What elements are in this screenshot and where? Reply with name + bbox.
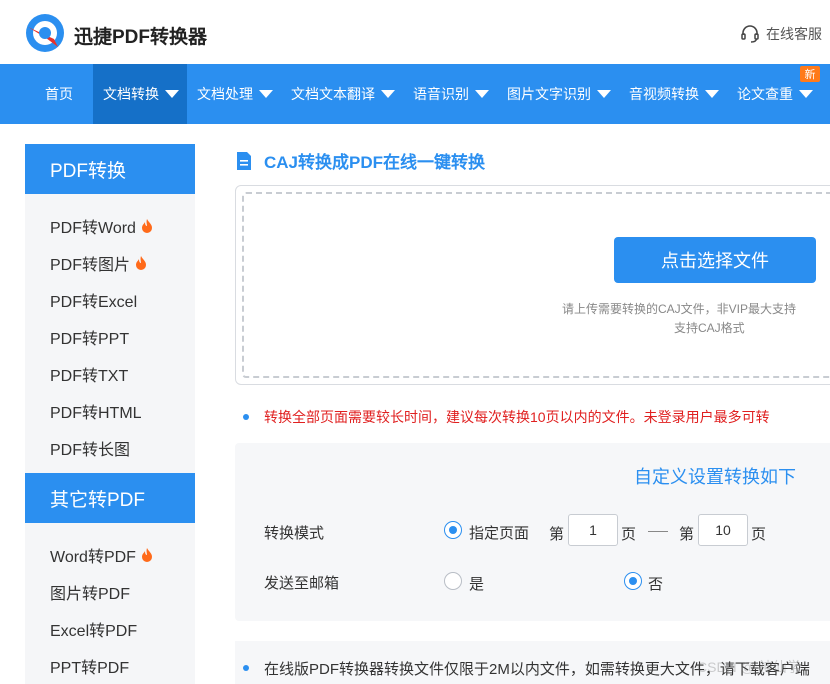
nav-ocr-label: 图片文字识别 bbox=[507, 86, 591, 102]
nav-av-convert-label: 音视频转换 bbox=[629, 86, 699, 102]
sidebar-item-label: PPT转PDF bbox=[50, 660, 130, 677]
sidebar-item-label: PDF转Word bbox=[50, 220, 136, 237]
mode-specified-radio[interactable] bbox=[444, 521, 462, 539]
online-service-link[interactable]: 在线客服 bbox=[740, 24, 822, 44]
bullet-dot bbox=[243, 665, 249, 671]
warning-text: 转换全部页面需要较长时间，建议每次转换10页以内的文件。未登录用户最多可转 bbox=[264, 409, 770, 425]
nav-home[interactable]: 首页 bbox=[45, 64, 73, 124]
chevron-down-icon bbox=[165, 90, 179, 98]
sidebar-item-word-to-pdf[interactable]: Word转PDF bbox=[50, 543, 154, 567]
page-to-input[interactable] bbox=[698, 514, 748, 546]
nav-doc-process-label: 文档处理 bbox=[197, 86, 253, 102]
nav-doc-translate-label: 文档文本翻译 bbox=[291, 86, 375, 102]
header: 迅捷PDF转换器 在线客服 bbox=[0, 0, 830, 64]
sidebar-item-label: PDF转HTML bbox=[50, 405, 142, 422]
brand-name[interactable]: 迅捷PDF转换器 bbox=[74, 22, 207, 49]
nav-speech[interactable]: 语音识别 bbox=[413, 64, 489, 124]
page-from-suffix: 页 bbox=[621, 526, 637, 543]
nav-doc-process[interactable]: 文档处理 bbox=[197, 64, 273, 124]
page-from-prefix: 第 bbox=[549, 526, 565, 543]
logo-icon[interactable] bbox=[24, 13, 66, 53]
bullet-dot bbox=[243, 414, 249, 420]
fire-icon bbox=[141, 219, 152, 233]
nav-home-label: 首页 bbox=[45, 86, 73, 102]
sidebar-item-label: PDF转TXT bbox=[50, 368, 129, 385]
sidebar-item-label: PDF转Excel bbox=[50, 294, 138, 311]
main-nav: 首页 文档转换 文档处理 文档文本翻译 语音识别 图片文字识别 音视频转换 论文… bbox=[0, 64, 830, 124]
sidebar-item-image-to-pdf[interactable]: 图片转PDF bbox=[50, 580, 130, 604]
chevron-down-icon bbox=[381, 90, 395, 98]
sidebar-item-pdf-to-word[interactable]: PDF转Word bbox=[50, 214, 154, 238]
chevron-down-icon bbox=[799, 90, 813, 98]
select-file-button[interactable]: 点击选择文件 bbox=[614, 237, 816, 283]
upload-format-hint: 支持CAJ格式 bbox=[674, 321, 745, 335]
headset-icon bbox=[741, 25, 759, 43]
sidebar-item-label: PDF转PPT bbox=[50, 331, 130, 348]
nav-plagiarism-label: 论文查重 bbox=[737, 86, 793, 102]
email-label: 发送至邮箱 bbox=[264, 575, 340, 592]
page-title-text: CAJ转换成PDF在线一键转换 bbox=[264, 153, 486, 172]
nav-av-convert[interactable]: 音视频转换 bbox=[629, 64, 719, 124]
range-dash bbox=[648, 531, 668, 532]
online-service-label: 在线客服 bbox=[766, 26, 822, 42]
sidebar-section-pdf-convert[interactable]: PDF转换 bbox=[25, 144, 195, 194]
sidebar-item-pdf-to-html[interactable]: PDF转HTML bbox=[50, 399, 142, 423]
new-badge: 新 bbox=[800, 66, 820, 82]
sidebar-item-ppt-to-pdf[interactable]: PPT转PDF bbox=[50, 654, 129, 678]
upload-hint: 请上传需要转换的CAJ文件，非VIP最大支持 bbox=[562, 302, 797, 316]
chevron-down-icon bbox=[475, 90, 489, 98]
nav-doc-convert[interactable]: 文档转换 bbox=[93, 64, 187, 124]
page-to-suffix: 页 bbox=[751, 526, 767, 543]
sidebar: PDF转换 PDF转Word PDF转图片 PDF转Excel PDF转PPT … bbox=[25, 144, 195, 684]
watermark: CSDN @ 神仙学 bbox=[697, 659, 801, 675]
sidebar-item-pdf-to-image[interactable]: PDF转图片 bbox=[50, 251, 148, 275]
document-icon bbox=[237, 151, 251, 170]
nav-doc-translate[interactable]: 文档文本翻译 bbox=[291, 64, 395, 124]
email-no-label[interactable]: 否 bbox=[648, 573, 663, 594]
nav-doc-convert-label: 文档转换 bbox=[103, 86, 159, 102]
sidebar-item-excel-to-pdf[interactable]: Excel转PDF bbox=[50, 617, 137, 641]
fire-icon bbox=[141, 548, 152, 562]
sidebar-item-label: 图片转PDF bbox=[50, 586, 131, 603]
page-to-prefix: 第 bbox=[679, 526, 695, 543]
sidebar-item-label: Word转PDF bbox=[50, 549, 136, 566]
sidebar-section-other-to-pdf[interactable]: 其它转PDF bbox=[25, 473, 195, 523]
page-title: CAJ转换成PDF在线一键转换 bbox=[234, 148, 485, 173]
sidebar-item-pdf-to-excel[interactable]: PDF转Excel bbox=[50, 288, 137, 312]
mode-label: 转换模式 bbox=[264, 525, 325, 542]
nav-speech-label: 语音识别 bbox=[413, 86, 469, 102]
mode-specified-label[interactable]: 指定页面 bbox=[469, 522, 529, 543]
sidebar-item-label: Excel转PDF bbox=[50, 623, 138, 640]
chevron-down-icon bbox=[705, 90, 719, 98]
email-no-radio[interactable] bbox=[624, 572, 642, 590]
sidebar-item-label: PDF转图片 bbox=[50, 257, 131, 274]
email-yes-label[interactable]: 是 bbox=[469, 573, 484, 594]
sidebar-item-pdf-to-txt[interactable]: PDF转TXT bbox=[50, 362, 128, 386]
page-from-input[interactable] bbox=[568, 514, 618, 546]
settings-title: 自定义设置转换如下 bbox=[634, 467, 796, 487]
chevron-down-icon bbox=[259, 90, 273, 98]
page: 迅捷PDF转换器 在线客服 首页 文档转换 文档处理 文档文本翻译 语音识别 图… bbox=[0, 0, 830, 684]
sidebar-item-label: PDF转长图 bbox=[50, 442, 131, 459]
fire-icon bbox=[136, 256, 147, 270]
email-yes-radio[interactable] bbox=[444, 572, 462, 590]
nav-ocr[interactable]: 图片文字识别 bbox=[507, 64, 611, 124]
upload-dropzone[interactable] bbox=[235, 185, 830, 385]
sidebar-item-pdf-to-long-image[interactable]: PDF转长图 bbox=[50, 436, 130, 460]
chevron-down-icon bbox=[597, 90, 611, 98]
sidebar-item-pdf-to-ppt[interactable]: PDF转PPT bbox=[50, 325, 129, 349]
upload-dropzone-border bbox=[242, 192, 830, 378]
